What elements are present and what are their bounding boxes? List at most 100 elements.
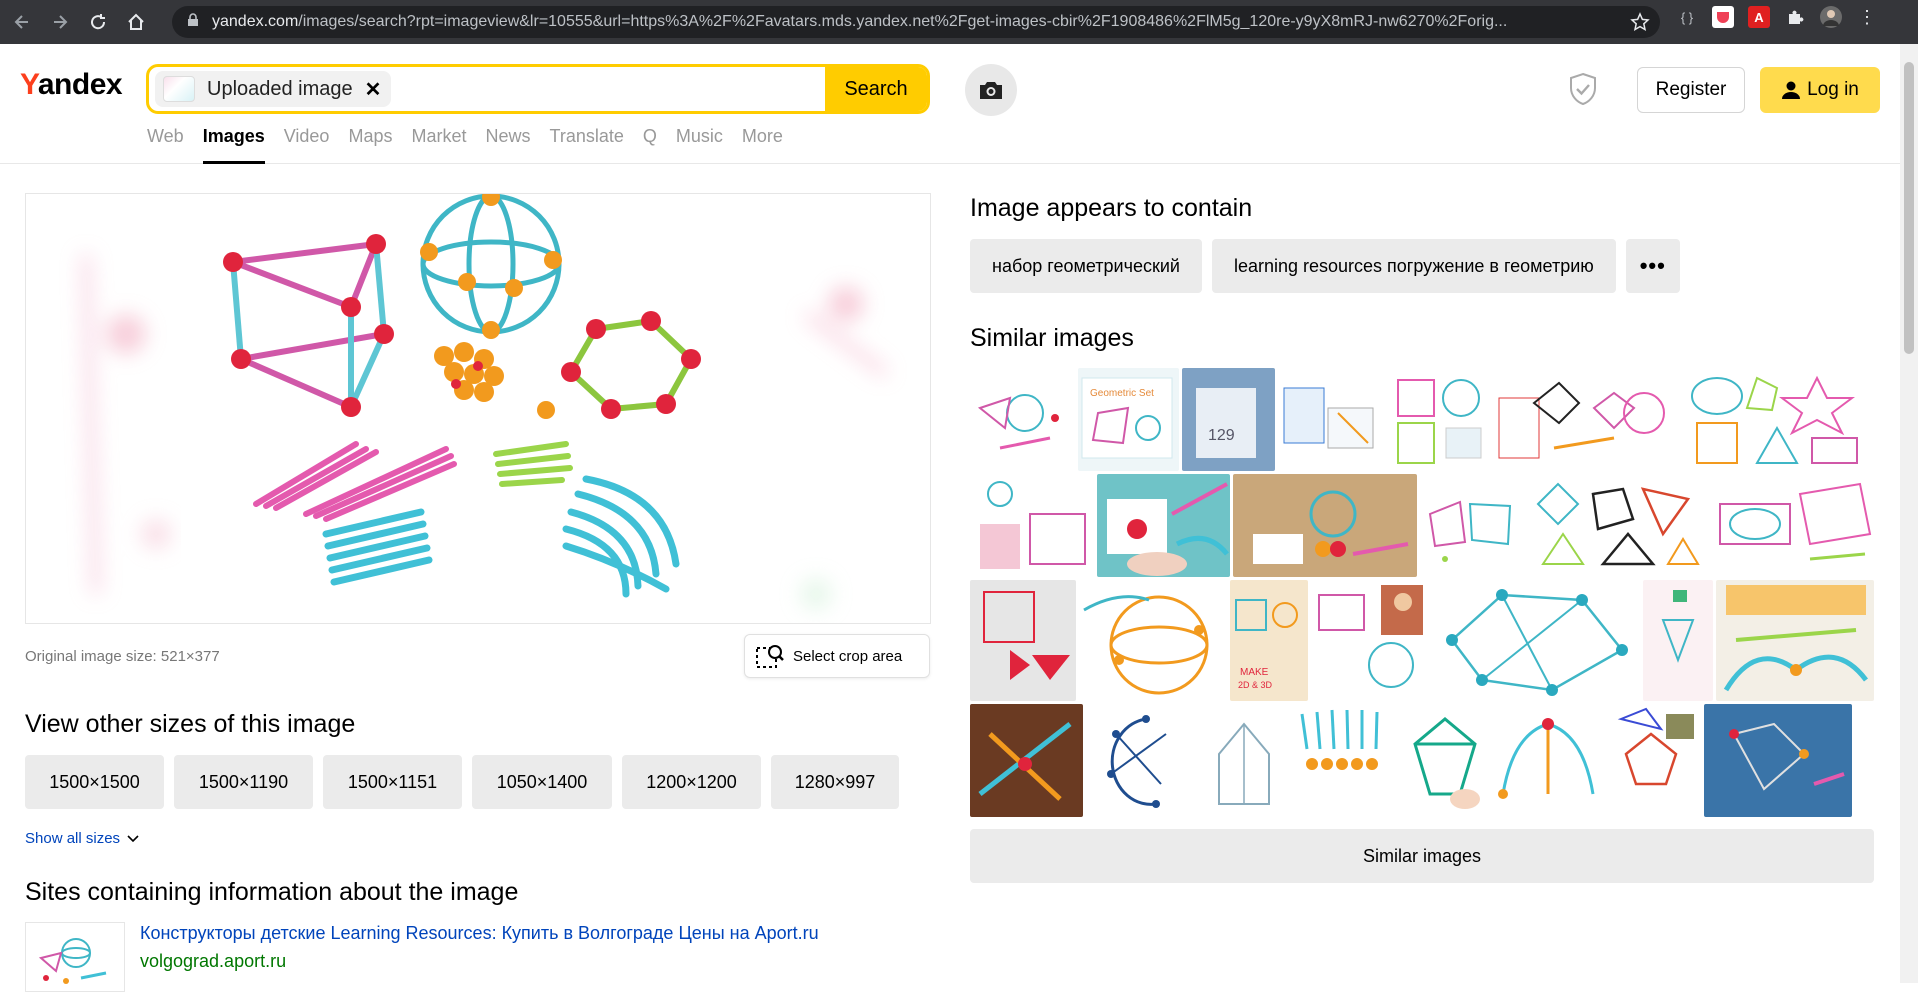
scrollbar-thumb[interactable] [1904, 62, 1914, 354]
tab-images[interactable]: Images [202, 126, 265, 164]
register-button[interactable]: Register [1637, 67, 1745, 113]
contains-heading: Image appears to contain [970, 194, 1253, 222]
similar-image-thumb[interactable] [1292, 704, 1397, 817]
lock-icon [186, 12, 200, 32]
similar-image-thumb[interactable] [1420, 474, 1520, 577]
uploaded-image-preview[interactable] [25, 193, 931, 624]
similar-image-thumb[interactable] [1232, 474, 1418, 577]
home-icon[interactable] [120, 6, 152, 38]
similar-image-thumb[interactable] [1432, 580, 1641, 701]
size-option[interactable]: 1050×1400 [472, 755, 612, 809]
site-result-title[interactable]: Конструкторы детские Learning Resources:… [140, 923, 819, 944]
chevron-down-icon [127, 830, 139, 847]
similar-image-thumb[interactable] [1400, 704, 1490, 817]
reload-icon[interactable] [82, 6, 114, 38]
address-bar[interactable]: yandex.com/images/search?rpt=imageview&l… [172, 6, 1660, 38]
similar-image-thumb[interactable]: Geometric Set [1078, 368, 1179, 471]
size-options: 1500×1500 1500×1190 1500×1151 1050×1400 … [25, 755, 899, 809]
braces-extension-icon[interactable]: { } [1676, 6, 1698, 28]
remove-image-icon[interactable]: ✕ [365, 77, 382, 102]
show-all-sizes-link[interactable]: Show all sizes [25, 830, 139, 847]
sites-heading: Sites containing information about the i… [25, 878, 519, 906]
similar-image-thumb[interactable] [1310, 580, 1430, 701]
tab-translate[interactable]: Translate [550, 126, 624, 164]
tag-chip[interactable]: learning resources погружение в геометри… [1211, 239, 1616, 293]
tab-more[interactable]: More [742, 126, 783, 164]
similar-image-thumb[interactable] [1078, 580, 1228, 701]
similar-image-thumb[interactable] [970, 368, 1075, 471]
login-button[interactable]: Log in [1760, 67, 1880, 113]
crop-search-icon [756, 645, 784, 668]
tag-chips: набор геометрический learning resources … [970, 239, 1680, 293]
site-result-domain[interactable]: volgograd.aport.ru [140, 951, 286, 972]
profile-avatar-icon[interactable] [1820, 6, 1842, 28]
similar-image-thumb[interactable] [1086, 704, 1196, 817]
similar-image-thumb[interactable] [1494, 368, 1674, 471]
tab-q[interactable]: Q [643, 126, 657, 164]
similar-heading: Similar images [970, 324, 1134, 352]
login-label: Log in [1807, 79, 1859, 100]
similar-image-thumb[interactable]: MAKE 2D & 3D [1230, 580, 1308, 701]
url-text: yandex.com/images/search?rpt=imageview&l… [212, 13, 1508, 30]
uploaded-image-chip[interactable]: Uploaded image ✕ [155, 71, 392, 107]
extensions-area: { } A ⋮ [1676, 6, 1878, 28]
tab-video[interactable]: Video [284, 126, 330, 164]
site-header: Yandex Uploaded image ✕ Search Web Image… [0, 44, 1900, 164]
similar-image-thumb[interactable] [970, 580, 1076, 701]
size-option[interactable]: 1200×1200 [622, 755, 761, 809]
back-icon[interactable] [6, 6, 38, 38]
similar-image-thumb[interactable] [1278, 368, 1383, 471]
similar-image-thumb[interactable] [1715, 580, 1874, 701]
camera-search-button[interactable] [965, 64, 1017, 116]
uploaded-image-thumbnail [163, 76, 195, 102]
original-image-size: Original image size: 521×377 [25, 648, 220, 665]
tab-news[interactable]: News [485, 126, 530, 164]
forward-icon[interactable] [44, 6, 76, 38]
similar-image-thumb[interactable] [970, 474, 1095, 577]
similar-image-thumb[interactable] [970, 704, 1083, 817]
yandex-logo[interactable]: Yandex [20, 68, 123, 102]
svg-text:129: 129 [1208, 427, 1235, 444]
pdf-extension-icon[interactable]: A [1748, 6, 1770, 28]
puzzle-extensions-icon[interactable] [1784, 6, 1806, 28]
svg-text:Geometric Set: Geometric Set [1090, 388, 1154, 399]
size-option[interactable]: 1500×1151 [323, 755, 462, 809]
similar-image-thumb[interactable] [1493, 704, 1603, 817]
similar-image-thumb[interactable] [1606, 704, 1701, 817]
size-option[interactable]: 1500×1500 [25, 755, 164, 809]
similar-image-thumb[interactable]: 129 [1182, 368, 1275, 471]
browser-toolbar: yandex.com/images/search?rpt=imageview&l… [0, 0, 1918, 44]
pocket-extension-icon[interactable] [1712, 6, 1734, 28]
similar-image-thumb[interactable] [1097, 474, 1230, 577]
similar-image-thumb[interactable] [1709, 474, 1874, 577]
tab-maps[interactable]: Maps [348, 126, 392, 164]
similar-image-thumb[interactable] [1199, 704, 1289, 817]
page-scrollbar[interactable] [1900, 44, 1918, 983]
search-box[interactable]: Uploaded image ✕ Search [146, 64, 930, 114]
similar-images-button[interactable]: Similar images [970, 829, 1874, 883]
service-tabs: Web Images Video Maps Market News Transl… [147, 126, 783, 164]
other-sizes-heading: View other sizes of this image [25, 710, 356, 738]
similar-image-thumb[interactable] [1643, 580, 1713, 701]
svg-text:2D & 3D: 2D & 3D [1238, 680, 1273, 690]
similar-image-thumb[interactable] [1677, 368, 1867, 471]
similar-image-thumb[interactable] [1704, 704, 1852, 817]
search-button[interactable]: Search [825, 67, 927, 111]
similar-images-grid: Geometric Set 129 MAKE 2D & 3D [970, 368, 1874, 820]
size-option[interactable]: 1500×1190 [174, 755, 313, 809]
tag-chip[interactable]: набор геометрический [970, 239, 1202, 293]
site-result-thumbnail[interactable] [25, 922, 125, 992]
more-tags-button[interactable]: ••• [1625, 239, 1680, 293]
similar-image-thumb[interactable] [1522, 474, 1707, 577]
similar-image-thumb[interactable] [1386, 368, 1491, 471]
menu-kebab-icon[interactable]: ⋮ [1856, 6, 1878, 28]
shield-icon[interactable] [1568, 72, 1598, 111]
tab-market[interactable]: Market [411, 126, 466, 164]
tab-music[interactable]: Music [676, 126, 723, 164]
tab-web[interactable]: Web [147, 126, 184, 164]
size-option[interactable]: 1280×997 [771, 755, 899, 809]
camera-icon [980, 82, 1002, 99]
bookmark-star-icon[interactable] [1630, 12, 1650, 37]
select-crop-area-button[interactable]: Select crop area [744, 634, 930, 678]
uploaded-image-label: Uploaded image [207, 77, 353, 100]
